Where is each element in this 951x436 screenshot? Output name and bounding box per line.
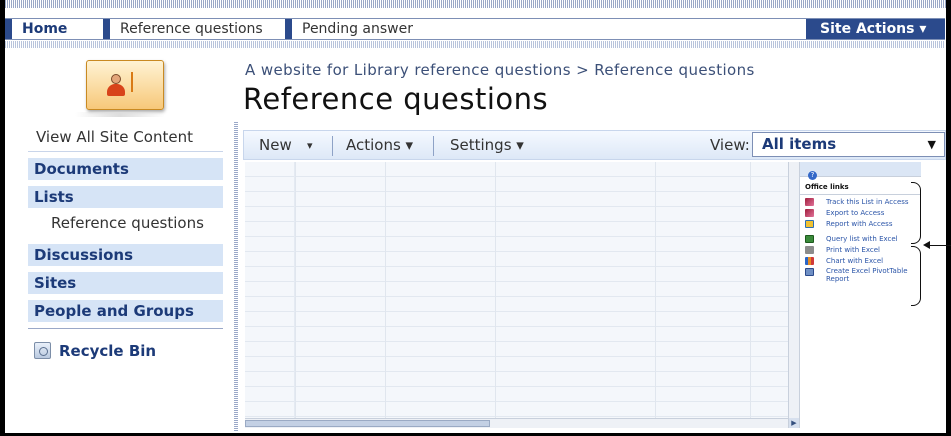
settings-menu[interactable]: Settings ▾ <box>450 136 524 154</box>
ql-heading-people-and-groups[interactable]: People and Groups <box>28 299 223 322</box>
top-dotted-bar <box>5 0 946 8</box>
ql-item-reference-questions[interactable]: Reference questions <box>28 208 223 238</box>
person-icon <box>107 74 125 96</box>
access-icon <box>805 209 814 217</box>
view-selector[interactable]: All items ▼ <box>752 132 945 157</box>
divider <box>28 328 223 329</box>
track-list-in-access-link[interactable]: Track this List in Access <box>800 197 921 208</box>
annotation-brace <box>911 182 921 244</box>
recycle-bin-icon <box>34 342 51 359</box>
print-icon <box>805 246 814 254</box>
excel-icon <box>805 235 814 243</box>
ql-heading-sites[interactable]: Sites <box>28 271 223 294</box>
sharepoint-page: Home Reference questions Pending answer … <box>0 0 951 436</box>
actions-menu[interactable]: Actions ▾ <box>346 136 413 154</box>
logo-card <box>86 60 164 110</box>
site-actions-menu[interactable]: Site Actions ▾ <box>806 19 945 39</box>
horizontal-scrollbar[interactable] <box>245 418 788 428</box>
breadcrumb[interactable]: A website for Library reference question… <box>245 61 755 79</box>
report-with-access-link[interactable]: Report with Access <box>800 219 921 230</box>
pivot-icon <box>805 268 814 276</box>
new-button[interactable]: New <box>259 136 292 154</box>
recycle-bin-label: Recycle Bin <box>59 342 157 360</box>
help-icon[interactable]: ? <box>808 171 817 180</box>
chart-icon <box>805 257 814 265</box>
chart-with-excel-link[interactable]: Chart with Excel <box>800 256 921 267</box>
export-to-access-link[interactable]: Export to Access <box>800 208 921 219</box>
chevron-down-icon: ▼ <box>927 138 936 151</box>
page-title: Reference questions <box>243 82 549 116</box>
scroll-right-arrow-icon[interactable]: ▶ <box>789 418 799 428</box>
create-pivottable-link[interactable]: Create Excel PivotTable Report <box>800 267 918 284</box>
ql-heading-lists[interactable]: Lists <box>28 185 223 208</box>
datasheet-grid[interactable] <box>245 162 788 418</box>
ql-heading-documents[interactable]: Documents <box>28 157 223 180</box>
nav-dotted-separator <box>5 41 945 48</box>
annotation-arrow-icon <box>923 241 951 249</box>
signal-rays-icon <box>131 72 145 92</box>
view-selected-value: All items <box>762 135 837 153</box>
ql-heading-discussions[interactable]: Discussions <box>28 243 223 266</box>
report-icon <box>805 220 814 228</box>
office-links-title: Office links <box>800 177 921 195</box>
print-with-excel-link[interactable]: Print with Excel <box>800 245 921 256</box>
list-toolbar: New ▾ Actions ▾ Settings ▾ View: All ite… <box>243 130 946 160</box>
view-all-site-content-link[interactable]: View All Site Content <box>28 124 223 152</box>
view-label: View: <box>710 136 750 154</box>
tab-reference-questions[interactable]: Reference questions <box>103 19 281 39</box>
query-list-with-excel-link[interactable]: Query list with Excel <box>800 234 921 245</box>
quick-launch: View All Site Content Documents Lists Re… <box>28 124 223 364</box>
site-logo[interactable] <box>71 58 169 120</box>
annotation-brace <box>911 246 921 306</box>
tab-home[interactable]: Home <box>5 19 98 39</box>
tab-pending-answer[interactable]: Pending answer <box>285 19 435 39</box>
new-dropdown-arrow[interactable]: ▾ <box>307 139 313 152</box>
vertical-scrollbar[interactable]: ▶ <box>788 162 799 428</box>
top-navigation: Home Reference questions Pending answer … <box>5 18 945 40</box>
splitter-handle[interactable] <box>234 122 238 432</box>
recycle-bin-link[interactable]: Recycle Bin <box>28 340 223 364</box>
access-icon <box>805 198 814 206</box>
office-links-task-pane: ? Office links Track this List in Access… <box>799 162 921 428</box>
